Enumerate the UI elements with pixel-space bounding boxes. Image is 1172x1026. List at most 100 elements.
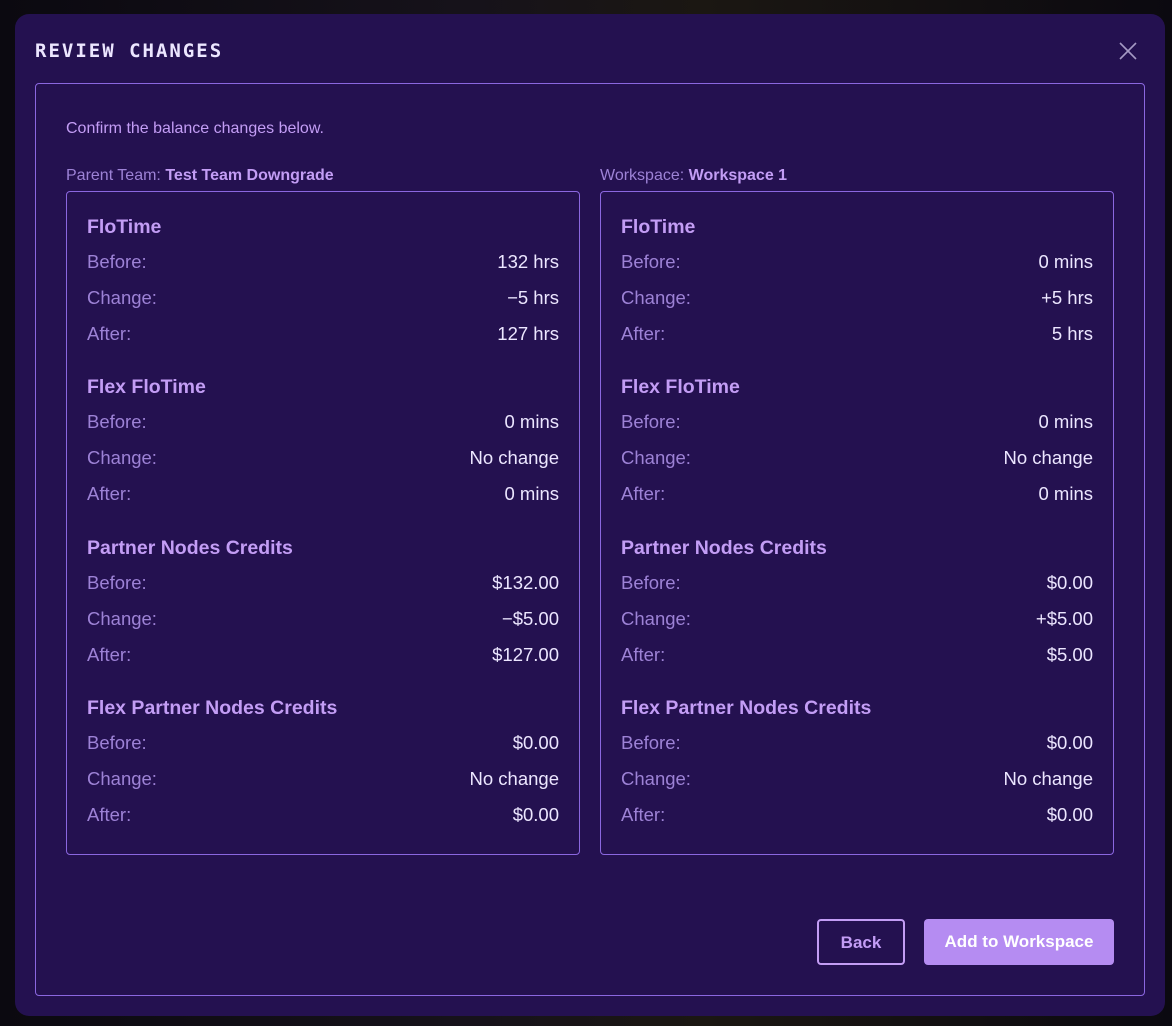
row-label: Change: (621, 768, 691, 789)
row-after: After: $0.00 (87, 792, 559, 828)
section-flotime: FloTime Before: 132 hrs Change: −5 hrs Aft… (87, 215, 559, 347)
row-label: After: (87, 644, 132, 665)
row-value: $0.00 (1046, 572, 1093, 593)
section-partner-nodes-credits: Partner Nodes Credits Before: $132.00 Cha… (87, 536, 559, 668)
row-before: Before: $0.00 (87, 720, 559, 756)
close-icon (1119, 42, 1137, 60)
row-value: No change (1003, 768, 1093, 789)
parent-team-panel: FloTime Before: 132 hrs Change: −5 hrs Aft… (66, 191, 580, 855)
row-value: No change (469, 447, 559, 468)
row-value: $0.00 (1046, 732, 1093, 753)
row-value: $132.00 (492, 572, 559, 593)
row-before: Before: $0.00 (621, 720, 1093, 756)
row-label: Before: (87, 411, 147, 432)
row-value: 0 mins (504, 411, 560, 432)
section-title: FloTime (87, 216, 162, 238)
workspace-prefix: Workspace: (600, 167, 685, 184)
parent-team-prefix: Parent Team: (66, 167, 161, 184)
section-flex-partner-nodes-credits: Flex Partner Nodes Credits Before: $0.00 … (621, 696, 1093, 828)
row-before: Before: 0 mins (621, 239, 1093, 275)
row-label: Before: (87, 572, 147, 593)
row-label: Change: (87, 287, 157, 308)
row-after: After: $127.00 (87, 632, 559, 668)
row-before: Before: 0 mins (621, 399, 1093, 435)
row-label: After: (621, 644, 666, 665)
row-change: Change: No change (621, 435, 1093, 471)
row-label: Change: (621, 287, 691, 308)
row-label: Before: (621, 411, 681, 432)
row-value: 0 mins (1038, 483, 1094, 504)
row-value: 127 hrs (497, 323, 559, 344)
row-value: No change (1003, 447, 1093, 468)
row-after: After: 0 mins (621, 471, 1093, 507)
row-label: Before: (621, 251, 681, 272)
row-change: Change: −$5.00 (87, 596, 559, 632)
row-label: Change: (87, 447, 157, 468)
row-label: Change: (621, 608, 691, 629)
row-after: After: 127 hrs (87, 311, 559, 347)
section-title: Flex Partner Nodes Credits (621, 697, 872, 719)
row-label: After: (87, 804, 132, 825)
row-label: Before: (87, 732, 147, 753)
row-change: Change: No change (87, 435, 559, 471)
back-button[interactable]: Back (817, 919, 905, 965)
workspace-label: Workspace: Workspace 1 (600, 166, 787, 186)
row-value: 5 hrs (1051, 323, 1093, 344)
section-title: Flex FloTime (87, 376, 206, 398)
row-label: Change: (621, 447, 691, 468)
review-changes-dialog: REVIEW CHANGES Confirm the balance chang… (15, 14, 1165, 1016)
row-after: After: 0 mins (87, 471, 559, 507)
section-partner-nodes-credits: Partner Nodes Credits Before: $0.00 Chang… (621, 536, 1093, 668)
row-change: Change: +$5.00 (621, 596, 1093, 632)
section-flex-flotime: Flex FloTime Before: 0 mins Change: No cha… (87, 375, 559, 507)
section-title: Partner Nodes Credits (87, 537, 293, 559)
row-value: $0.00 (512, 804, 559, 825)
workspace-panel: FloTime Before: 0 mins Change: +5 hrs Afte… (600, 191, 1114, 855)
row-value: $127.00 (492, 644, 559, 665)
section-flex-flotime: Flex FloTime Before: 0 mins Change: No cha… (621, 375, 1093, 507)
row-change: Change: No change (87, 756, 559, 792)
add-to-workspace-button[interactable]: Add to Workspace (924, 919, 1114, 965)
close-button[interactable] (1117, 40, 1139, 62)
row-before: Before: $132.00 (87, 560, 559, 596)
row-after: After: $0.00 (621, 792, 1093, 828)
section-title: FloTime (621, 216, 696, 238)
row-label: After: (87, 323, 132, 344)
row-label: Before: (621, 572, 681, 593)
row-value: No change (469, 768, 559, 789)
intro-text: Confirm the balance changes below. (66, 120, 324, 137)
row-value: −$5.00 (501, 608, 559, 629)
parent-team-label: Parent Team: Test Team Downgrade (66, 166, 334, 186)
row-label: Change: (87, 768, 157, 789)
row-label: Before: (621, 732, 681, 753)
row-label: Before: (87, 251, 147, 272)
workspace-name: Workspace 1 (688, 167, 788, 184)
row-label: After: (621, 483, 666, 504)
section-title: Flex Partner Nodes Credits (87, 697, 338, 719)
row-value: −5 hrs (507, 287, 559, 308)
row-value: $5.00 (1046, 644, 1093, 665)
row-value: 0 mins (504, 483, 560, 504)
row-value: +5 hrs (1041, 287, 1093, 308)
section-flotime: FloTime Before: 0 mins Change: +5 hrs Afte… (621, 215, 1093, 347)
section-title: Flex FloTime (621, 376, 740, 398)
row-label: After: (621, 323, 666, 344)
row-change: Change: −5 hrs (87, 275, 559, 311)
row-before: Before: $0.00 (621, 560, 1093, 596)
row-value: 132 hrs (497, 251, 559, 272)
row-before: Before: 0 mins (87, 399, 559, 435)
section-title: Partner Nodes Credits (621, 537, 827, 559)
row-change: Change: +5 hrs (621, 275, 1093, 311)
row-value: $0.00 (1046, 804, 1093, 825)
row-change: Change: No change (621, 756, 1093, 792)
row-value: $0.00 (512, 732, 559, 753)
row-label: After: (87, 483, 132, 504)
row-value: 0 mins (1038, 251, 1094, 272)
section-flex-partner-nodes-credits: Flex Partner Nodes Credits Before: $0.00 … (87, 696, 559, 828)
dialog-content: Confirm the balance changes below. Paren… (35, 83, 1145, 996)
dialog-title: REVIEW CHANGES (35, 40, 224, 62)
row-value: +$5.00 (1035, 608, 1093, 629)
row-label: Change: (87, 608, 157, 629)
row-label: After: (621, 804, 666, 825)
row-value: 0 mins (1038, 411, 1094, 432)
